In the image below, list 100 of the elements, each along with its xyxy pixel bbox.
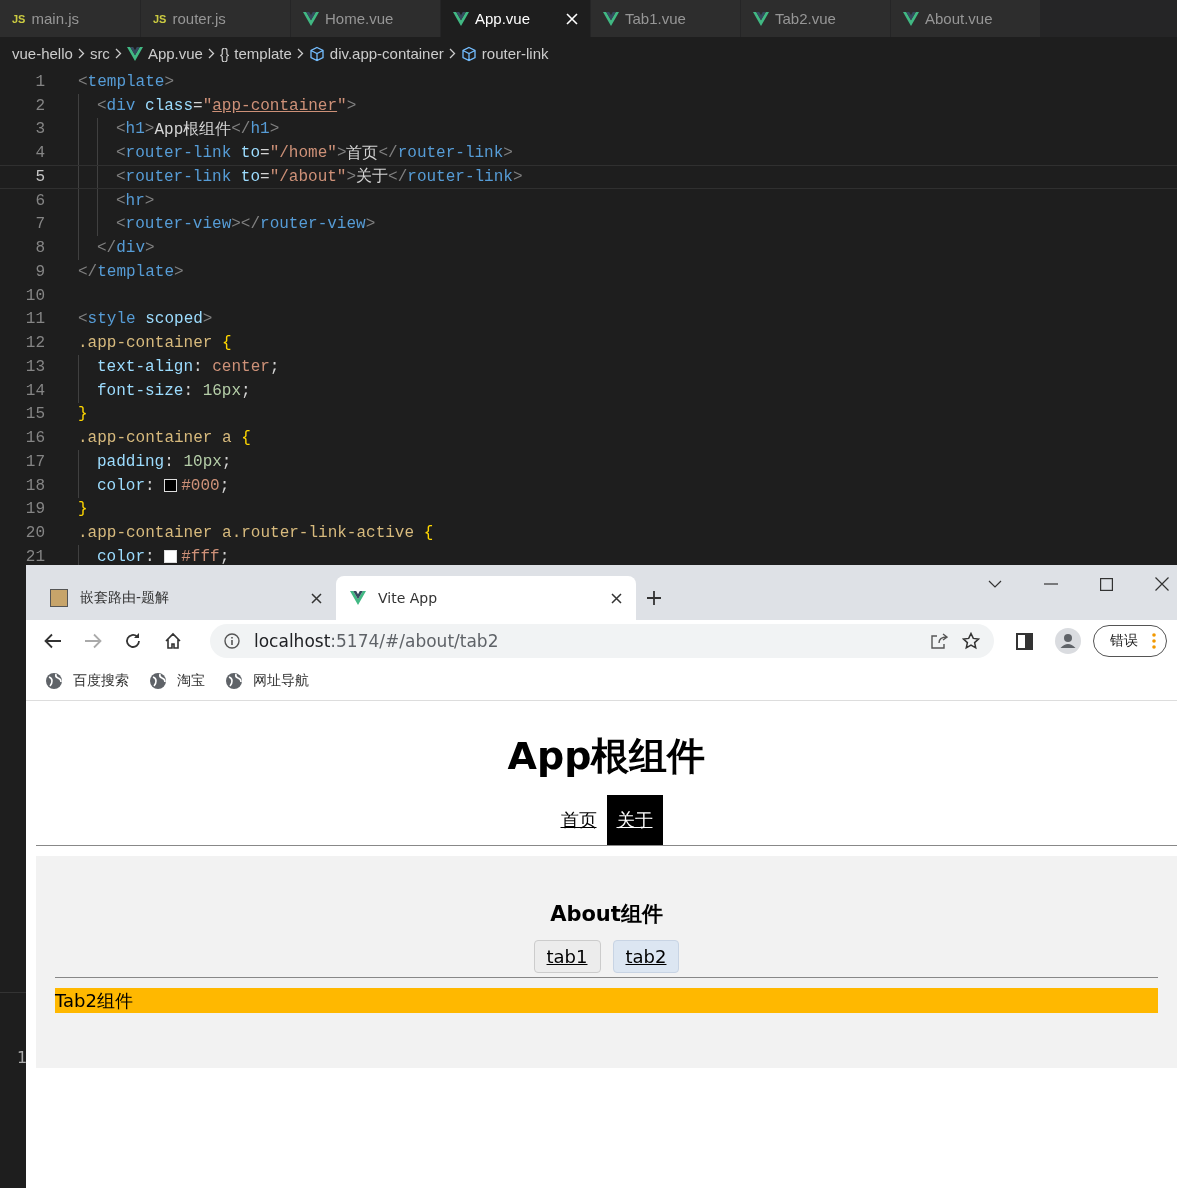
vue-file-icon (903, 11, 919, 26)
code-line: .app-container a { (78, 429, 251, 448)
line-number: 1 (34, 72, 45, 91)
line-number: 13 (24, 357, 45, 376)
nav-link[interactable]: 关于 (606, 795, 663, 845)
menu-dots-icon[interactable] (1152, 633, 1156, 649)
editor-tab[interactable]: JS router.js (141, 0, 291, 37)
vue-file-icon (603, 11, 619, 26)
code-line: } (78, 500, 88, 519)
line-number: 9 (34, 262, 45, 281)
js-file-icon: JS (12, 12, 26, 25)
code-line: </template> (78, 262, 184, 281)
profile-error-button[interactable]: 错误 (1093, 625, 1167, 657)
breadcrumb-item[interactable]: src (89, 45, 110, 62)
nav-link[interactable]: 首页 (550, 795, 607, 845)
profile-icon[interactable] (1055, 628, 1081, 654)
tab-label: Home.vue (325, 10, 394, 27)
globe-icon (225, 672, 243, 690)
bookmark-link[interactable]: 百度搜索 (73, 672, 129, 690)
plus-icon[interactable] (646, 590, 662, 606)
braces-icon: {} (219, 45, 230, 62)
breadcrumb-item[interactable]: div.app-container (329, 45, 444, 62)
line-number: 19 (24, 500, 45, 519)
line-number: 3 (34, 120, 45, 139)
editor-tab[interactable]: JS main.js (0, 0, 141, 37)
line-number: 4 (34, 144, 45, 163)
code-line: <template> (78, 72, 175, 91)
vue-logo-icon (350, 591, 366, 605)
line-number: 11 (24, 310, 45, 329)
code-line: <h1>App根组件</h1> (116, 119, 280, 140)
close-icon[interactable] (311, 592, 322, 604)
code-line: <style scoped> (78, 310, 213, 329)
breadcrumb-item[interactable]: App.vue (147, 45, 203, 62)
js-file-icon: JS (153, 12, 167, 25)
star-icon[interactable] (962, 632, 980, 650)
line-number: 8 (34, 239, 45, 258)
code-line: <router-link to="/about">关于</router-link> (116, 166, 523, 188)
code-line: </div> (97, 239, 155, 258)
address-bar[interactable]: localhost:5174/#/about/tab2 (210, 624, 994, 658)
vue-file-icon (126, 46, 143, 61)
code-line: color: #000; (97, 476, 230, 495)
browser-tab[interactable]: Vite App (336, 576, 636, 620)
code-line: padding: 10px; (97, 452, 232, 471)
line-number: 17 (24, 452, 45, 471)
editor-tab[interactable]: Home.vue (291, 0, 441, 37)
editor-tab[interactable]: About.vue (891, 0, 1041, 37)
line-number: 20 (24, 524, 45, 543)
cube-icon (308, 45, 325, 62)
tab-label: About.vue (925, 10, 993, 27)
favicon-icon (50, 589, 68, 607)
tab-link[interactable]: tab1 (533, 940, 601, 973)
reload-icon[interactable] (124, 632, 142, 650)
breadcrumb-item[interactable]: template (234, 45, 292, 62)
chevron-right-icon (77, 48, 85, 59)
chevron-right-icon (296, 48, 304, 59)
tab-title: Vite App (378, 590, 438, 606)
page-heading: App根组件 (506, 733, 707, 780)
line-number: 14 (24, 381, 45, 400)
close-icon[interactable] (1155, 577, 1169, 591)
info-icon[interactable] (224, 633, 240, 649)
globe-icon (45, 672, 63, 690)
chevron-right-icon (207, 48, 215, 59)
tab-label: Tab2.vue (775, 10, 836, 27)
browser-tab[interactable]: 嵌套路由-题解 (36, 576, 336, 620)
line-number: 2 (34, 96, 45, 115)
home-icon[interactable] (164, 632, 182, 650)
code-line: <div class="app-container"> (97, 96, 357, 115)
back-arrow-icon[interactable] (44, 633, 62, 649)
vue-file-icon (753, 11, 769, 26)
tab-label: App.vue (475, 10, 531, 27)
code-line: <hr> (116, 191, 155, 210)
problem-count: 1 (17, 1048, 28, 1067)
bookmark-link[interactable]: 淘宝 (177, 672, 205, 690)
line-number: 21 (24, 547, 45, 566)
code-line: .app-container { (78, 334, 232, 353)
line-number: 15 (24, 405, 45, 424)
url-text: localhost:5174/#/about/tab2 (254, 631, 499, 651)
tab-title: 嵌套路由-题解 (80, 589, 170, 607)
share-icon[interactable] (930, 633, 948, 649)
editor-tab[interactable]: App.vue (441, 0, 591, 37)
editor-tab[interactable]: Tab1.vue (591, 0, 741, 37)
side-panel-icon[interactable] (1016, 632, 1033, 650)
tab-label: router.js (172, 10, 226, 27)
line-number: 6 (34, 191, 45, 210)
maximize-icon[interactable] (1100, 577, 1113, 591)
chevron-right-icon (448, 48, 456, 59)
chevron-down-icon[interactable] (988, 580, 1002, 588)
vue-file-icon (453, 11, 469, 26)
editor-tab[interactable]: Tab2.vue (741, 0, 891, 37)
bookmark-link[interactable]: 网址导航 (253, 672, 309, 690)
close-icon[interactable] (611, 592, 622, 604)
code-line: .app-container a.router-link-active { (78, 524, 434, 543)
line-number: 10 (24, 286, 45, 305)
code-line: } (78, 405, 88, 424)
tab-link[interactable]: tab2 (612, 940, 680, 973)
breadcrumb-item[interactable]: vue-hello (12, 45, 73, 62)
breadcrumb-item[interactable]: router-link (481, 45, 549, 62)
line-number: 18 (24, 476, 45, 495)
about-heading: About组件 (549, 901, 664, 928)
line-number: 16 (24, 429, 45, 448)
